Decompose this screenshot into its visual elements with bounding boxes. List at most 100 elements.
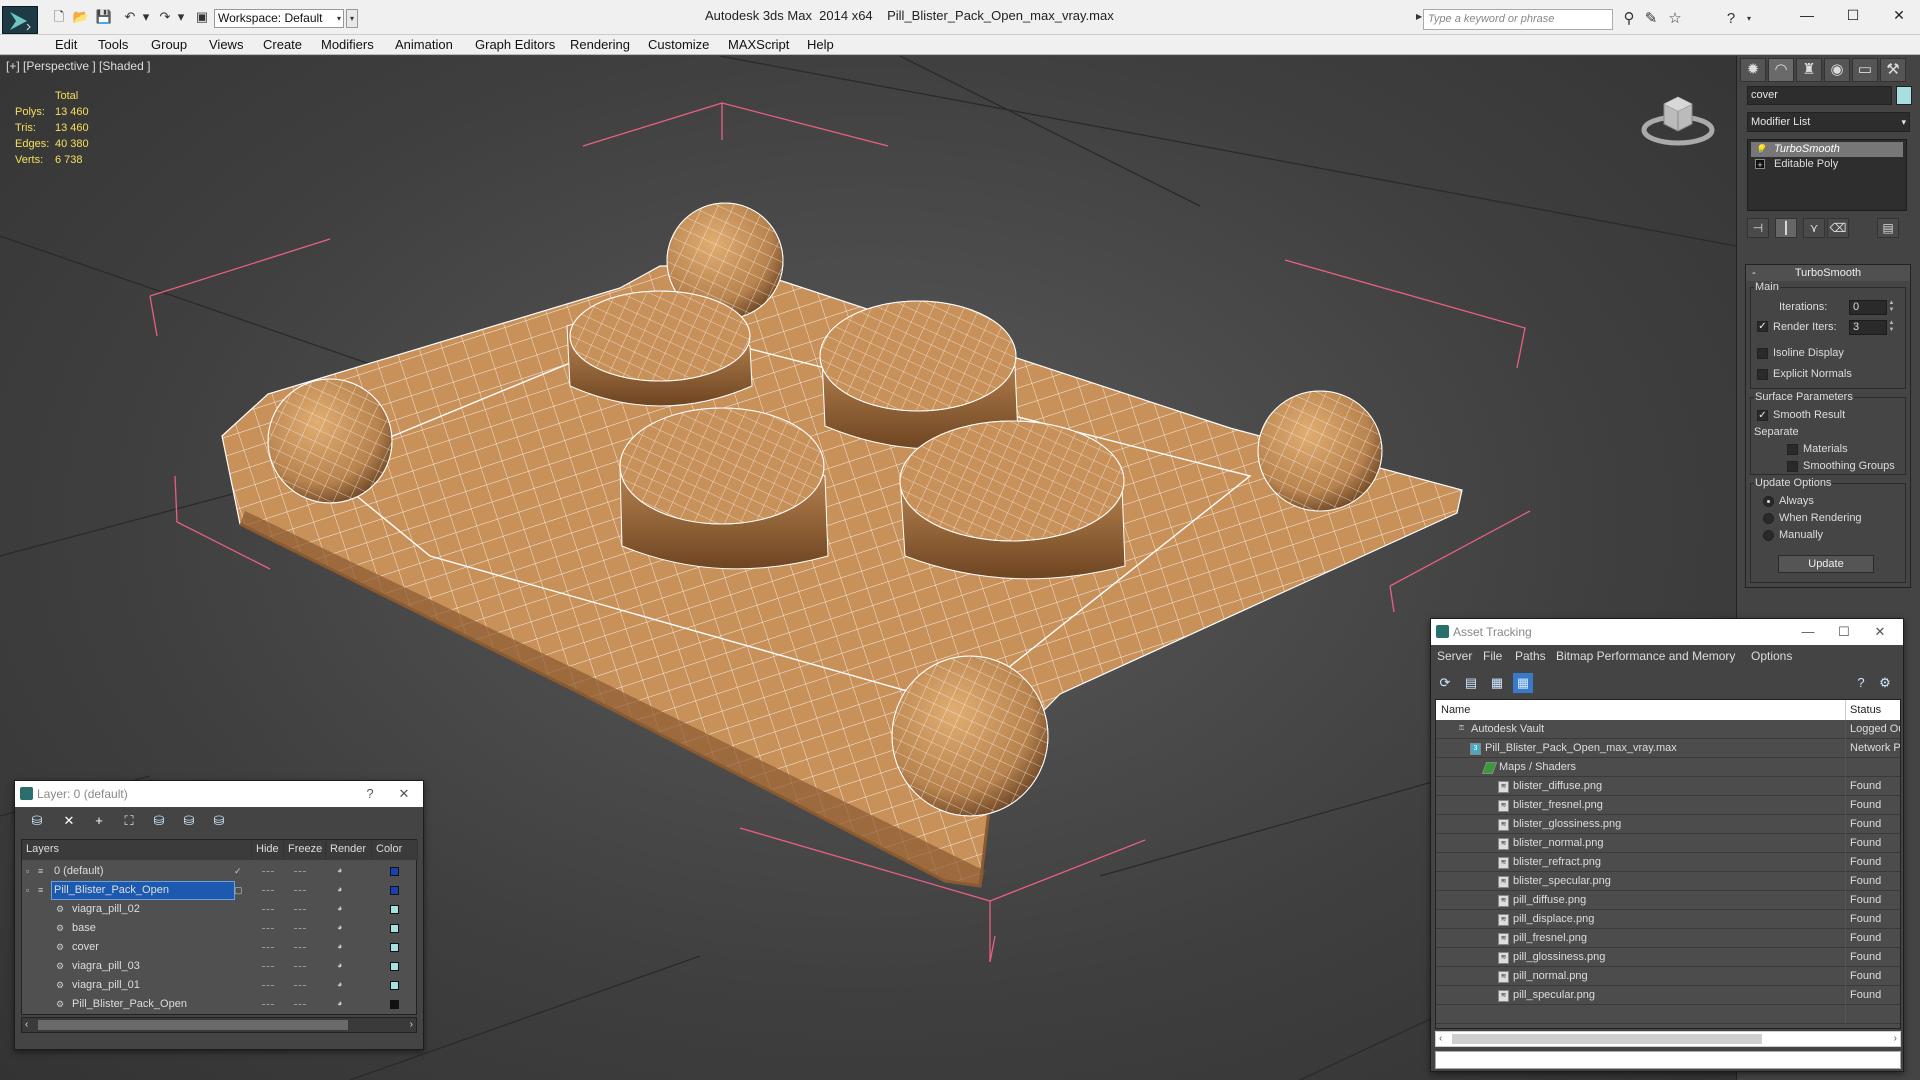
hide-toggle[interactable] [262,985,274,986]
communication-center-icon[interactable]: ✎ [1642,10,1660,28]
asset-row[interactable]: 3 Pill_Blister_Pack_Open_max_vray.max Netw… [1436,739,1900,758]
scroll-right-icon[interactable]: › [1894,1032,1897,1046]
hide-toggle[interactable] [262,947,274,948]
asset-row[interactable]: ≋ pill_displace.png Found [1436,910,1900,929]
column-header-status[interactable]: Status [1845,700,1900,720]
render-teapot-icon[interactable]: ◕ [337,865,347,875]
favorites-star-icon[interactable]: ☆ [1666,10,1684,28]
menu-options[interactable]: Options [1751,646,1792,666]
asset-row[interactable]: ≋ blister_fresnel.png Found [1436,796,1900,815]
layer-row[interactable]: ⚙ viagra_pill_02 ◕ [22,900,399,919]
help-button[interactable]: ? [355,781,385,807]
column-header-freeze[interactable]: Freeze [284,840,326,860]
freeze-toggle[interactable] [294,947,306,948]
scroll-thumb[interactable] [38,1020,348,1030]
render-teapot-icon[interactable]: ◕ [337,998,347,1008]
asset-row[interactable]: ⚿ Autodesk Vault Logged Out [1436,720,1900,739]
hide-toggle[interactable] [262,871,274,872]
layer-row[interactable]: ⚙ viagra_pill_03 ◕ [22,957,399,976]
help-icon[interactable]: ? [1722,10,1740,28]
column-header-render[interactable]: Render [326,840,372,860]
isoline-display-checkbox[interactable] [1757,348,1768,359]
close-button[interactable]: ✕ [1876,4,1920,26]
asset-window-titlebar[interactable]: Asset Tracking — ☐ ✕ [1431,619,1903,645]
expand-icon[interactable]: ▫ [26,885,36,895]
settings-icon[interactable]: ⚙ [1875,673,1895,693]
expand-icon[interactable]: + [1755,159,1765,170]
scroll-left-icon[interactable]: ‹ [25,1018,28,1032]
asset-row[interactable]: ≋ pill_glossiness.png Found [1436,948,1900,967]
set-active-icon[interactable]: ▢ [234,885,244,895]
add-to-layer-icon[interactable]: + [89,811,109,831]
layer-row[interactable]: ⚙ base ◕ [22,919,399,938]
layer-color-swatch[interactable] [390,905,399,914]
viewport-label[interactable]: [+] [Perspective ] [Shaded ] [6,59,150,73]
redo-dropdown-icon[interactable]: ▾ [172,9,190,25]
table-view-icon[interactable]: ▦ [1513,673,1533,693]
modify-tab-icon[interactable]: ◠ [1768,58,1794,82]
highlight-selected-icon[interactable]: ⛁ [149,811,169,831]
scroll-right-icon[interactable]: › [410,1018,413,1032]
hide-toggle[interactable] [262,1004,274,1005]
layer-color-swatch[interactable] [390,981,399,990]
viewcube-icon[interactable] [1638,84,1718,157]
layer-row[interactable]: ⚙ viagra_pill_01 ◕ [22,976,399,995]
menu-rendering[interactable]: Rendering [570,35,630,55]
hide-toggle[interactable] [262,966,274,967]
layer-color-swatch[interactable] [390,924,399,933]
asset-row[interactable]: ≋ blister_specular.png Found [1436,872,1900,891]
menu-modifiers[interactable]: Modifiers [321,35,374,55]
menu-server[interactable]: Server [1437,646,1472,666]
asset-row[interactable]: ≋ blister_glossiness.png Found [1436,815,1900,834]
close-button[interactable]: ✕ [1865,619,1895,645]
expand-icon[interactable]: ▫ [26,866,36,876]
stack-item-turbosmooth[interactable]: 💡 TurboSmooth [1751,142,1903,157]
open-file-icon[interactable]: 📂 [72,9,90,25]
menu-animation[interactable]: Animation [395,35,453,55]
show-end-result-icon[interactable]: ┃ [1775,218,1797,238]
modifier-list-dropdown[interactable]: Modifier List ▾ [1747,112,1910,132]
layer-color-swatch[interactable] [390,886,399,895]
utilities-tab-icon[interactable]: ⚒ [1880,58,1906,82]
workspace-dropdown[interactable]: Workspace: Default ▾ [214,9,344,28]
layer-row[interactable]: ▫ ≡ 0 (default) ✓ ◕ [22,862,399,881]
layer-color-swatch[interactable] [390,867,399,876]
remove-modifier-icon[interactable]: ⌫ [1827,218,1849,238]
hierarchy-tab-icon[interactable]: ♜ [1796,58,1822,82]
asset-row[interactable]: Maps / Shaders [1436,758,1900,777]
render-teapot-icon[interactable]: ◕ [337,903,347,913]
help-icon[interactable]: ? [1851,673,1871,693]
active-layer-icon[interactable]: ✓ [234,866,244,876]
motion-tab-icon[interactable]: ◉ [1824,58,1850,82]
maximize-button[interactable]: ☐ [1829,619,1859,645]
menu-edit[interactable]: Edit [55,35,77,55]
menu-maxscript[interactable]: MAXScript [728,35,789,55]
freeze-toggle[interactable] [294,966,306,967]
column-header-color[interactable]: Color [372,840,418,860]
column-header-hide[interactable]: Hide [252,840,284,860]
refresh-icon[interactable]: ⟳ [1435,673,1455,693]
asset-path-field[interactable] [1435,1051,1901,1069]
asset-row[interactable]: ≋ blister_normal.png Found [1436,834,1900,853]
render-teapot-icon[interactable]: ◕ [337,922,347,932]
scroll-left-icon[interactable]: ‹ [1439,1032,1442,1046]
workspace-arrow-button[interactable]: ▾ [346,9,358,28]
menu-tools[interactable]: Tools [98,35,128,55]
when-rendering-radio[interactable] [1763,513,1774,524]
render-iters-spinner[interactable]: 3 [1849,320,1887,335]
rollout-header[interactable]: - TurboSmooth [1746,265,1910,281]
lightbulb-icon[interactable]: 💡 [1755,144,1766,154]
menu-file[interactable]: File [1483,646,1502,666]
layer-color-swatch[interactable] [390,1000,399,1009]
layer-color-swatch[interactable] [390,943,399,952]
scroll-thumb[interactable] [1452,1034,1762,1044]
manually-radio[interactable] [1763,530,1774,541]
materials-checkbox[interactable] [1787,444,1798,455]
new-layer-icon[interactable]: ⛁ [27,811,47,831]
maximize-button[interactable]: ☐ [1830,4,1876,26]
menu-customize[interactable]: Customize [648,35,709,55]
app-menu-button[interactable] [2,6,38,34]
configure-sets-icon[interactable]: ▤ [1877,218,1899,238]
freeze-toggle[interactable] [294,909,306,910]
thumbnail-view-icon[interactable]: ▦ [1487,673,1507,693]
